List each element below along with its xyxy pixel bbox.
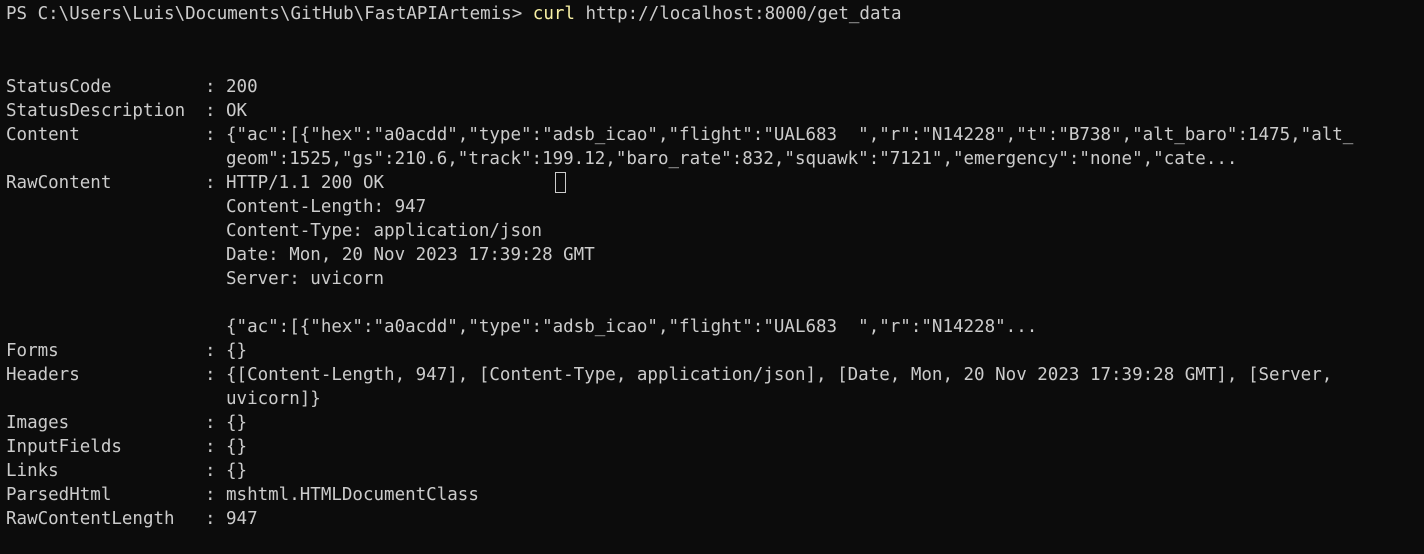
status-description-key: StatusDescription [6,101,186,121]
status-code-value: 200 [226,77,258,97]
input-fields-key: InputFields [6,437,122,457]
content-value-line-2: geom":1525,"gs":210.6,"track":199.12,"ba… [226,149,1238,169]
raw-content-line-5: Server: uvicorn [226,269,385,289]
raw-content-line-3: Content-Type: application/json [226,221,543,241]
prompt-args: http://localhost:8000/get_data [574,4,902,24]
prompt-line: PS C:\Users\Luis\Documents\GitHub\FastAP… [6,2,902,26]
prompt-path: PS C:\Users\Luis\Documents\GitHub\FastAP… [6,4,533,24]
status-description-value: OK [226,101,248,121]
raw-content-line-4: Date: Mon, 20 Nov 2023 17:39:28 GMT [226,245,595,265]
separator-colon: : [205,413,216,433]
separator-colon: : [205,365,216,385]
links-key: Links [6,461,59,481]
content-value-line-1: {"ac":[{"hex":"a0acdd","type":"adsb_icao… [226,125,1354,145]
separator-colon: : [205,173,216,193]
separator-colon: : [205,341,216,361]
forms-key: Forms [6,341,59,361]
separator-colon: : [205,125,216,145]
separator-colon: : [205,437,216,457]
links-value: {} [226,461,248,481]
raw-content-line-6: {"ac":[{"hex":"a0acdd","type":"adsb_icao… [226,317,1038,337]
forms-value: {} [226,341,248,361]
headers-key: Headers [6,365,80,385]
raw-content-line-1: HTTP/1.1 200 OK [226,173,385,193]
raw-content-length-key: RawContentLength [6,509,175,529]
prompt-command: curl [532,4,575,24]
separator-colon: : [205,77,216,97]
images-key: Images [6,413,70,433]
text-cursor [555,172,566,193]
content-key: Content [6,125,80,145]
separator-colon: : [205,461,216,481]
raw-content-key: RawContent [6,173,112,193]
parsed-html-value: mshtml.HTMLDocumentClass [226,485,479,505]
headers-value-line-2: uvicorn]} [226,389,321,409]
headers-value-line-1: {[Content-Length, 947], [Content-Type, a… [226,365,1333,385]
input-fields-value: {} [226,437,248,457]
raw-content-line-2: Content-Length: 947 [226,197,427,217]
status-code-key: StatusCode [6,77,112,97]
separator-colon: : [205,509,216,529]
images-value: {} [226,413,248,433]
separator-colon: : [205,485,216,505]
separator-colon: : [205,101,216,121]
terminal-window[interactable]: PS C:\Users\Luis\Documents\GitHub\FastAP… [0,0,1424,554]
raw-content-length-value: 947 [226,509,258,529]
parsed-html-key: ParsedHtml [6,485,112,505]
